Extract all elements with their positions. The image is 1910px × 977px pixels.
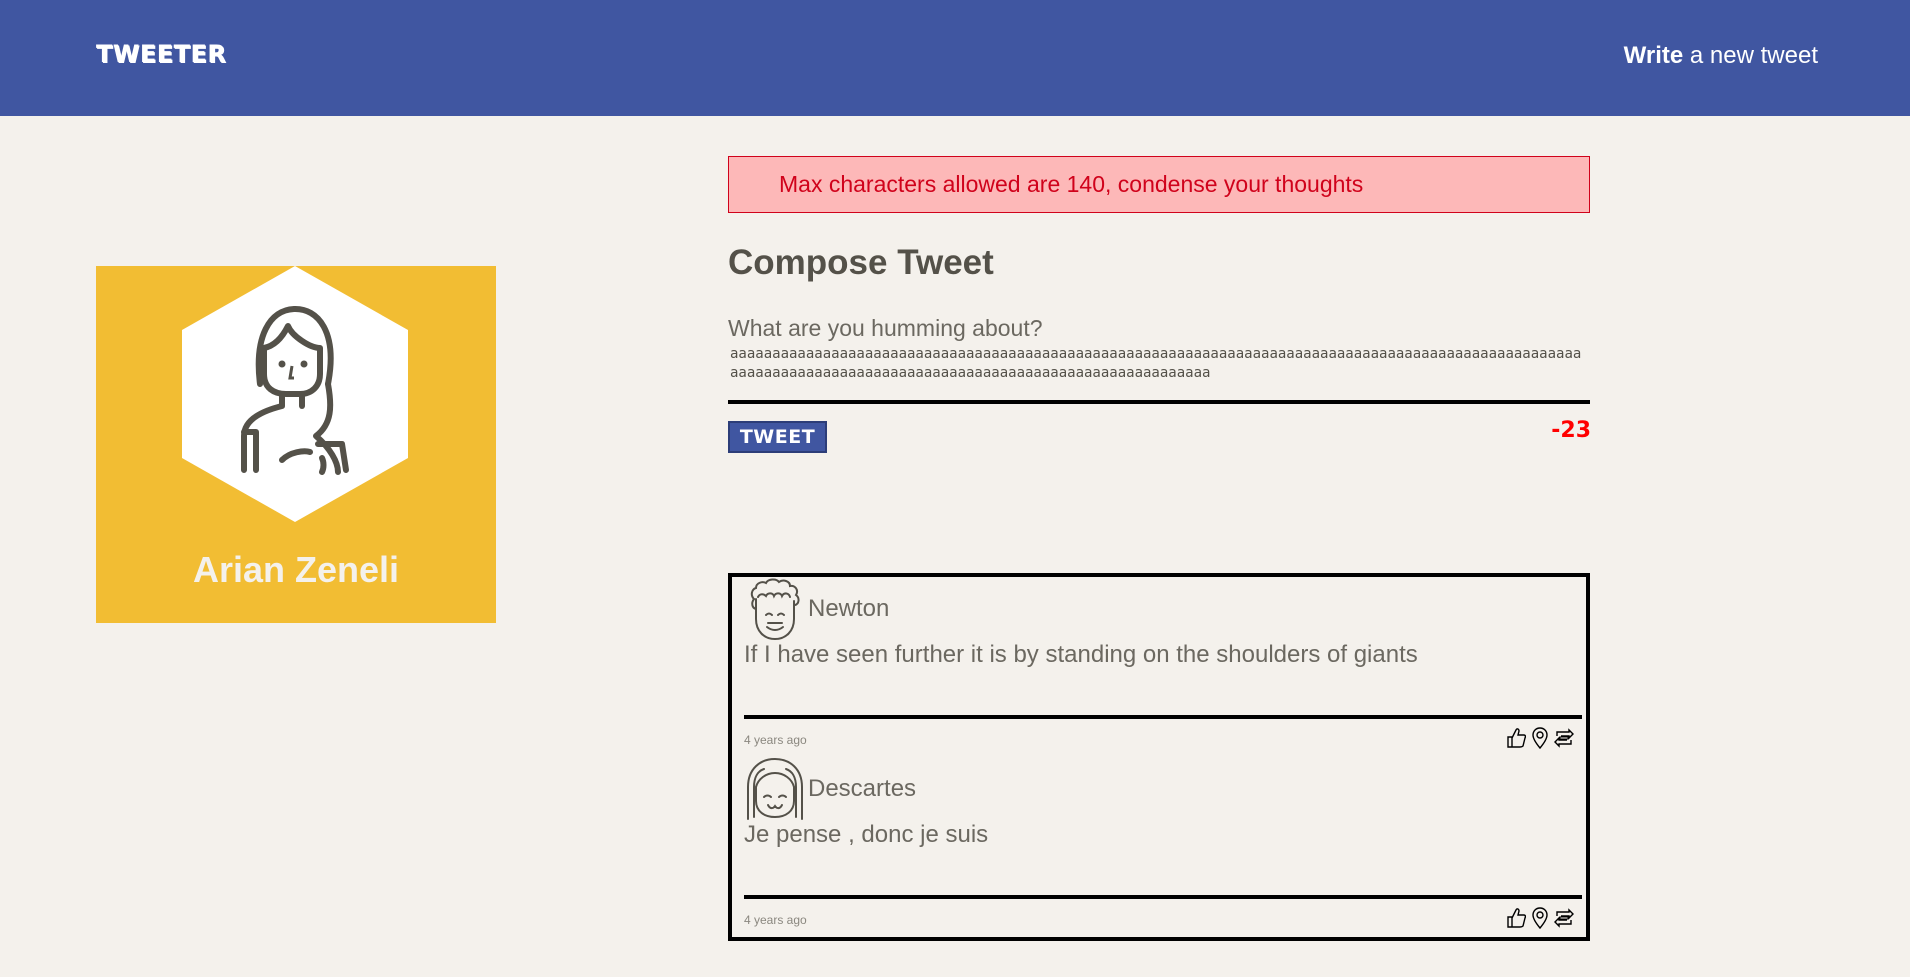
tweet-handle: Newton <box>808 595 890 622</box>
write-tweet-link[interactable]: Write a new tweet <box>1624 42 1818 70</box>
navbar: TWEETER Write a new tweet <box>0 0 1910 116</box>
profile-name: Arian Zeneli <box>192 549 400 590</box>
compose-prompt-label: What are you humming about? <box>728 315 1043 341</box>
tweet-list: Newton If I have seen further it is by s… <box>728 573 1590 941</box>
descartes-avatar-icon <box>747 757 803 820</box>
write-rest-label: a new tweet <box>1683 42 1818 69</box>
tweet-actions <box>1506 907 1574 931</box>
retweet-icon[interactable] <box>1554 907 1574 929</box>
retweet-icon[interactable] <box>1554 727 1574 749</box>
write-bold-label: Write <box>1623 42 1684 69</box>
tweet-timestamp: 4 years ago <box>744 913 807 927</box>
profile-avatar <box>182 266 408 522</box>
tweet-actions <box>1506 727 1574 751</box>
tweet-divider <box>744 895 1582 899</box>
tweet-content: Je pense , donc je suis <box>744 821 989 848</box>
tweet-divider <box>744 715 1582 719</box>
location-pin-icon[interactable] <box>1530 907 1550 930</box>
tweet-button[interactable]: TWEET <box>728 421 827 453</box>
character-counter: -23 <box>1551 418 1591 443</box>
profile-card: Arian Zeneli <box>96 266 496 623</box>
tweet-timestamp: 4 years ago <box>744 733 807 747</box>
tweet-content: If I have seen further it is by standing… <box>744 641 1418 668</box>
tweet-handle: Descartes <box>808 775 917 802</box>
like-icon[interactable] <box>1506 907 1527 929</box>
compose-title: Compose Tweet <box>728 243 994 282</box>
tweet-textarea[interactable]: aaaaaaaaaaaaaaaaaaaaaaaaaaaaaaaaaaaaaaaa… <box>728 344 1590 404</box>
like-icon[interactable] <box>1506 727 1527 749</box>
error-message: Max characters allowed are 140, condense… <box>728 156 1590 213</box>
brand-logo[interactable]: TWEETER <box>96 40 226 68</box>
location-pin-icon[interactable] <box>1530 727 1550 750</box>
newton-avatar-icon <box>750 578 800 641</box>
